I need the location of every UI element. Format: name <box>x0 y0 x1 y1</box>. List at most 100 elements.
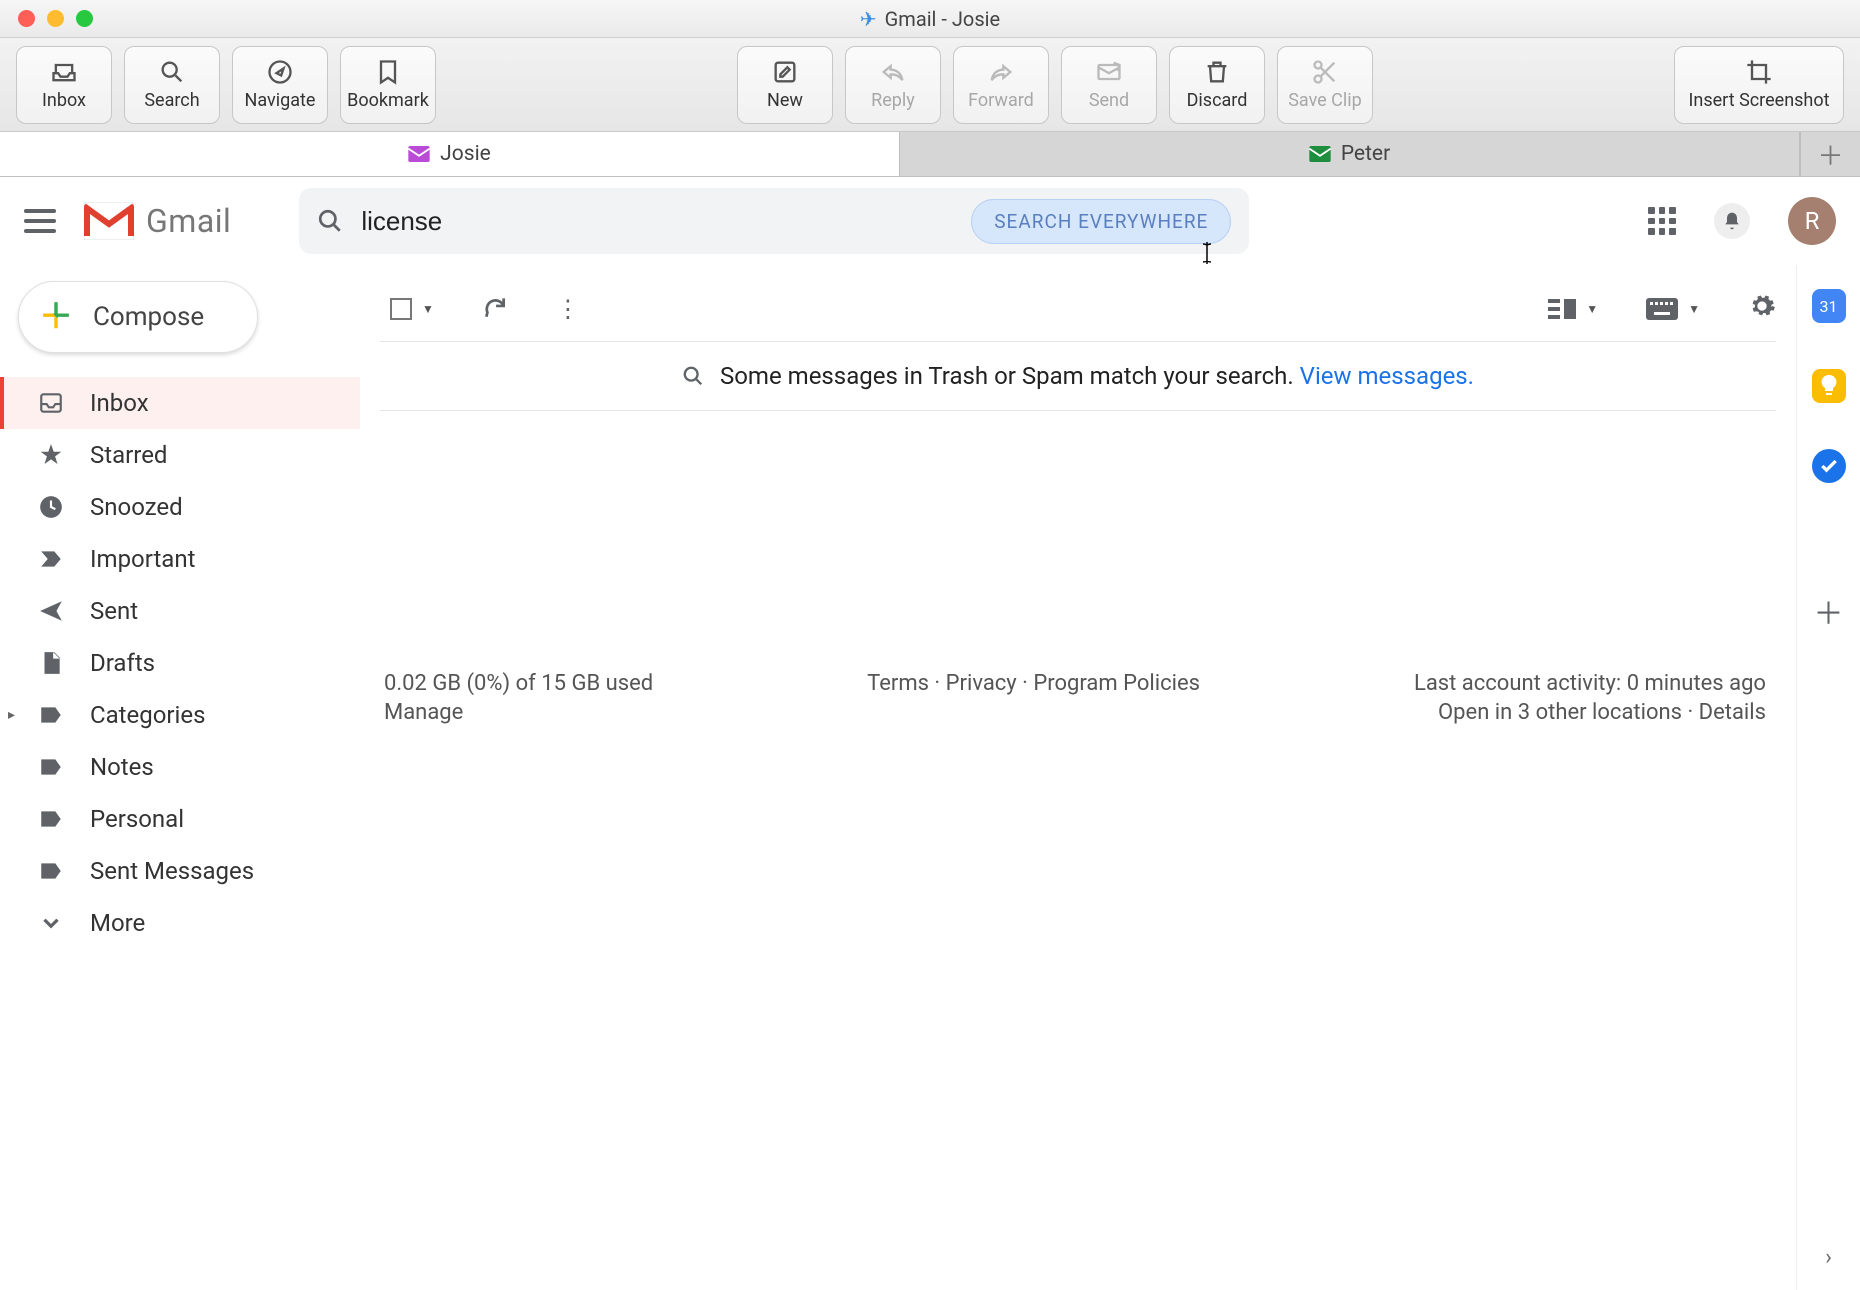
sidebar-item-label: Important <box>90 545 195 573</box>
sidebar-item-sent[interactable]: Sent <box>0 585 360 637</box>
app-toolbar: Inbox Search Navigate Bookmark New Reply… <box>0 38 1860 132</box>
send-icon <box>1095 58 1123 86</box>
gmail-logo[interactable]: Gmail <box>84 202 231 240</box>
discard-button[interactable]: Discard <box>1169 46 1265 124</box>
activity-text: Last account activity: 0 minutes ago <box>1414 671 1766 696</box>
reply-button[interactable]: Reply <box>845 46 941 124</box>
new-label: New <box>767 90 803 111</box>
expand-icon: ▸ <box>8 707 15 723</box>
notifications-button[interactable] <box>1714 203 1750 239</box>
search-icon <box>682 365 704 387</box>
tasks-addon-button[interactable] <box>1812 449 1846 483</box>
sidebar-item-label: Starred <box>90 441 167 469</box>
search-hint-banner: Some messages in Trash or Spam match you… <box>380 341 1776 411</box>
tasks-icon <box>1819 456 1839 476</box>
discard-label: Discard <box>1187 90 1248 111</box>
navigate-button[interactable]: Navigate <box>232 46 328 124</box>
sidebar-item-sent-messages[interactable]: Sent Messages <box>0 845 360 897</box>
split-pane-icon <box>1548 297 1576 321</box>
gmail-icon <box>84 202 134 240</box>
mail-content: ▼ ⋮ ▼ ▼ <box>360 265 1796 1290</box>
select-all-checkbox[interactable]: ▼ <box>390 298 434 320</box>
refresh-icon <box>482 294 508 320</box>
search-everywhere-button[interactable]: SEARCH EVERYWHERE <box>971 199 1231 244</box>
side-panel: 31 ＋ › <box>1796 265 1860 1290</box>
manage-storage-link[interactable]: Manage <box>384 700 653 725</box>
sidebar-item-personal[interactable]: Personal <box>0 793 360 845</box>
account-avatar[interactable]: R <box>1788 197 1836 245</box>
tray-icon <box>50 58 78 86</box>
inbox-icon <box>38 390 64 416</box>
sidebar-item-label: Notes <box>90 753 154 781</box>
account-tabs: Josie Peter ＋ <box>0 132 1860 177</box>
trash-icon <box>1203 58 1231 86</box>
zoom-window-button[interactable] <box>76 10 93 27</box>
calendar-icon: 31 <box>1820 297 1838 316</box>
banner-text: Some messages in Trash or Spam match you… <box>720 362 1300 390</box>
account-tab-peter[interactable]: Peter <box>900 132 1800 176</box>
search-bar[interactable]: SEARCH EVERYWHERE <box>299 188 1249 254</box>
plus-icon: ＋ <box>39 300 73 334</box>
sidebar-item-notes[interactable]: Notes <box>0 741 360 793</box>
gmail-footer: 0.02 GB (0%) of 15 GB used Manage Terms … <box>380 671 1776 725</box>
mail-toolbar: ▼ ⋮ ▼ ▼ <box>380 277 1776 341</box>
footer-links[interactable]: Terms · Privacy · Program Policies <box>867 671 1200 696</box>
mac-titlebar: ✈ Gmail - Josie <box>0 0 1860 38</box>
sidebar-item-categories[interactable]: ▸Categories <box>0 689 360 741</box>
main-menu-button[interactable] <box>24 209 56 233</box>
add-account-button[interactable]: ＋ <box>1800 132 1860 176</box>
search-input[interactable] <box>361 206 953 237</box>
sidebar-item-starred[interactable]: Starred <box>0 429 360 481</box>
get-addons-button[interactable]: ＋ <box>1814 589 1844 633</box>
insert-screenshot-button[interactable]: Insert Screenshot <box>1674 46 1844 124</box>
bookmark-button[interactable]: Bookmark <box>340 46 436 124</box>
search-label: Search <box>144 90 199 111</box>
sidebar-item-drafts[interactable]: Drafts <box>0 637 360 689</box>
sidebar-item-more[interactable]: More <box>0 897 360 949</box>
google-apps-button[interactable] <box>1648 207 1676 235</box>
insert-screenshot-label: Insert Screenshot <box>1689 90 1830 111</box>
navigate-label: Navigate <box>245 90 316 111</box>
refresh-button[interactable] <box>482 294 508 324</box>
keep-icon <box>1820 375 1838 397</box>
search-button[interactable]: Search <box>124 46 220 124</box>
forward-label: Forward <box>968 90 1034 111</box>
split-pane-button[interactable]: ▼ <box>1548 297 1598 321</box>
new-button[interactable]: New <box>737 46 833 124</box>
compose-button[interactable]: ＋ Compose <box>18 281 258 353</box>
input-tools-button[interactable]: ▼ <box>1646 298 1700 320</box>
keep-addon-button[interactable] <box>1812 369 1846 403</box>
inbox-button[interactable]: Inbox <box>16 46 112 124</box>
settings-button[interactable] <box>1748 292 1776 327</box>
sidebar-item-important[interactable]: Important <box>0 533 360 585</box>
send-label: Send <box>1089 90 1129 111</box>
inbox-label: Inbox <box>42 90 86 111</box>
sidebar-item-label: Inbox <box>90 389 149 417</box>
save-clip-button[interactable]: Save Clip <box>1277 46 1373 124</box>
close-window-button[interactable] <box>18 10 35 27</box>
sidebar-item-label: Drafts <box>90 649 155 677</box>
account-tab-peter-label: Peter <box>1341 142 1390 166</box>
sidebar-item-label: More <box>90 909 145 937</box>
sidebar-item-snoozed[interactable]: Snoozed <box>0 481 360 533</box>
more-actions-button[interactable]: ⋮ <box>556 295 580 323</box>
minimize-window-button[interactable] <box>47 10 64 27</box>
forward-button[interactable]: Forward <box>953 46 1049 124</box>
bell-icon <box>1722 210 1742 232</box>
bookmark-icon <box>374 58 402 86</box>
view-messages-link[interactable]: View messages. <box>1300 362 1474 390</box>
sidebar-item-inbox[interactable]: Inbox <box>0 377 360 429</box>
star-icon <box>38 442 64 468</box>
locations-text[interactable]: Open in 3 other locations · Details <box>1438 700 1766 725</box>
account-tab-josie[interactable]: Josie <box>0 132 900 176</box>
expand-panel-button[interactable]: › <box>1825 1245 1832 1270</box>
send-button[interactable]: Send <box>1061 46 1157 124</box>
expand-icon <box>38 910 64 936</box>
reply-label: Reply <box>871 90 915 111</box>
calendar-addon-button[interactable]: 31 <box>1812 289 1846 323</box>
draft-icon <box>38 650 64 676</box>
send-icon <box>38 598 64 624</box>
save-clip-label: Save Clip <box>1288 90 1362 111</box>
label-icon <box>38 858 64 884</box>
cursor-icon <box>1199 240 1221 266</box>
